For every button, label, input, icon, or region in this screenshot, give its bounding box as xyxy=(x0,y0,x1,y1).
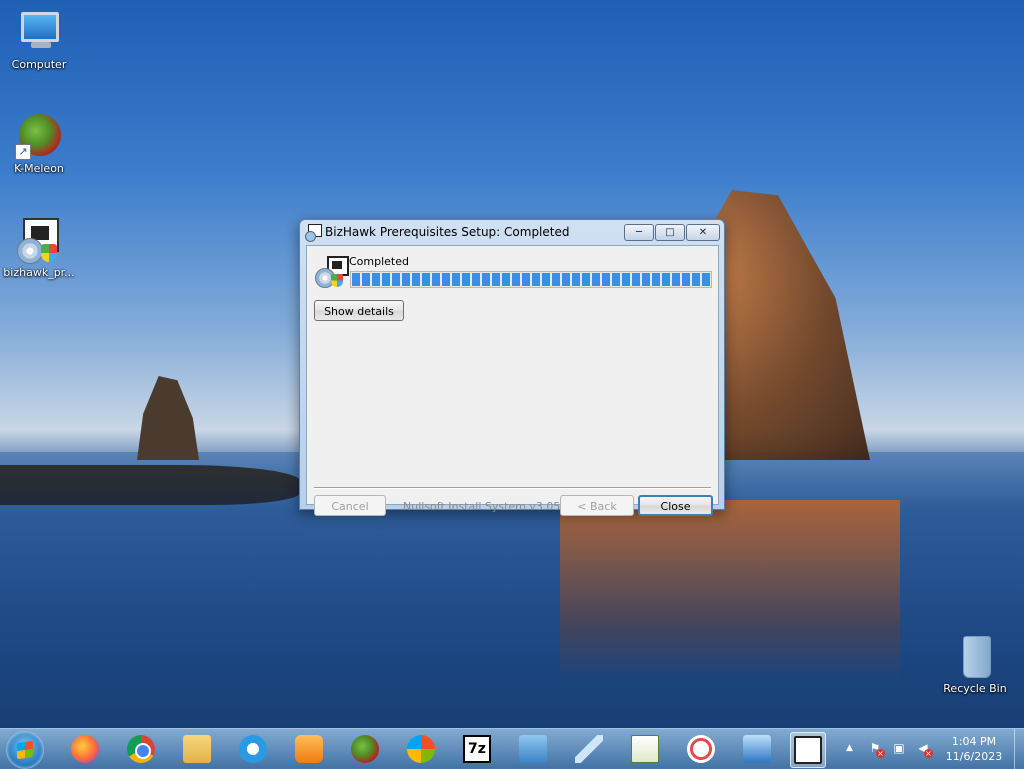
taskbar-snipping-tool[interactable] xyxy=(684,732,718,766)
firefox-icon xyxy=(71,735,99,763)
dialog-titlebar[interactable]: BizHawk Prerequisites Setup: Completed ─… xyxy=(300,220,724,244)
network-status-icon[interactable]: ▣ xyxy=(892,741,906,755)
taskbar-chart-app[interactable] xyxy=(628,732,662,766)
recycle-bin-icon xyxy=(951,632,999,680)
show-desktop-button[interactable] xyxy=(1014,729,1024,769)
clock-date: 11/6/2023 xyxy=(945,750,1003,763)
network-computer-icon xyxy=(743,735,771,763)
internet-explorer-icon xyxy=(239,735,267,763)
volume-muted-icon[interactable]: ◀ × xyxy=(916,741,933,758)
kmeleon-icon: ↗ xyxy=(15,112,63,160)
close-window-button[interactable]: ✕ xyxy=(686,224,720,241)
show-details-button[interactable]: Show details xyxy=(314,300,404,321)
installer-icon xyxy=(315,256,349,288)
back-button[interactable]: < Back xyxy=(560,495,634,516)
shortcut-arrow-icon: ↗ xyxy=(15,144,31,160)
taskbar-plane-app[interactable] xyxy=(572,732,606,766)
chart-icon xyxy=(631,735,659,763)
start-button[interactable] xyxy=(6,731,44,769)
taskbar-control-panel[interactable] xyxy=(516,732,550,766)
clock-time: 1:04 PM xyxy=(951,735,997,748)
action-center-flag-icon[interactable]: ⚑ × xyxy=(868,741,885,758)
taskbar-firefox[interactable] xyxy=(68,732,102,766)
taskbar-media-player[interactable] xyxy=(292,732,326,766)
desktop-icon-recycle-bin[interactable]: Recycle Bin xyxy=(937,632,1013,695)
setup-dialog: BizHawk Prerequisites Setup: Completed ─… xyxy=(299,219,725,516)
installer-icon xyxy=(794,736,822,764)
progress-fill xyxy=(352,273,710,286)
show-hidden-icons-arrow[interactable]: ▲ xyxy=(846,743,853,753)
close-button[interactable]: Close xyxy=(638,495,713,516)
seven-zip-icon: 7z xyxy=(463,735,491,763)
desktop-icon-label: K-Meleon xyxy=(14,162,64,175)
kmeleon-icon xyxy=(351,735,379,763)
taskbar-kmeleon[interactable] xyxy=(348,732,382,766)
dialog-client-area: Completed Show details Cancel Nullsoft I… xyxy=(306,245,719,516)
taskbar-windows[interactable] xyxy=(404,732,438,766)
taskbar-7zip[interactable]: 7z xyxy=(460,732,494,766)
wallpaper-reflection xyxy=(560,500,900,680)
media-player-icon xyxy=(295,735,323,763)
maximize-button[interactable]: □ xyxy=(655,224,685,241)
branding-text: Nullsoft Install System v3.05 xyxy=(403,500,561,513)
taskbar-clock[interactable]: 1:04 PM 11/6/2023 xyxy=(938,734,1010,764)
cancel-button[interactable]: Cancel xyxy=(314,495,386,516)
dialog-title: BizHawk Prerequisites Setup: Completed xyxy=(325,225,570,239)
taskbar-bizhawk-setup[interactable] xyxy=(790,732,826,768)
desktop-icon-bizhawk-installer[interactable]: bizhawk_pr... xyxy=(1,216,77,279)
minimize-button[interactable]: ─ xyxy=(624,224,654,241)
taskbar-network-app[interactable] xyxy=(740,732,774,766)
progress-bar xyxy=(350,271,712,288)
control-panel-icon xyxy=(519,735,547,763)
computer-icon xyxy=(15,8,63,56)
desktop-icon-computer[interactable]: Computer xyxy=(1,8,77,71)
installer-icon xyxy=(305,224,322,242)
folder-icon xyxy=(183,735,211,763)
taskbar-chrome[interactable] xyxy=(124,732,158,766)
scissors-icon xyxy=(687,735,715,763)
status-text: Completed xyxy=(349,255,409,268)
taskbar: 7z ▲ ⚑ × ▣ ◀ × 1:04 PM 11/6/2023 xyxy=(0,728,1024,769)
desktop-icon-label: bizhawk_pr... xyxy=(3,266,75,279)
wallpaper-small-rock xyxy=(137,376,199,460)
taskbar-internet-explorer[interactable] xyxy=(236,732,270,766)
desktop-icon-label: Computer xyxy=(11,58,67,71)
chrome-icon xyxy=(127,735,155,763)
desktop-icon-kmeleon[interactable]: ↗ K-Meleon xyxy=(1,112,77,175)
desktop-icon-label: Recycle Bin xyxy=(943,682,1007,695)
wallpaper-beach-rocks xyxy=(0,465,300,505)
separator xyxy=(314,487,711,489)
plane-icon xyxy=(575,735,603,763)
taskbar-explorer[interactable] xyxy=(180,732,214,766)
installer-icon xyxy=(15,216,63,264)
windows-logo-icon xyxy=(407,735,435,763)
